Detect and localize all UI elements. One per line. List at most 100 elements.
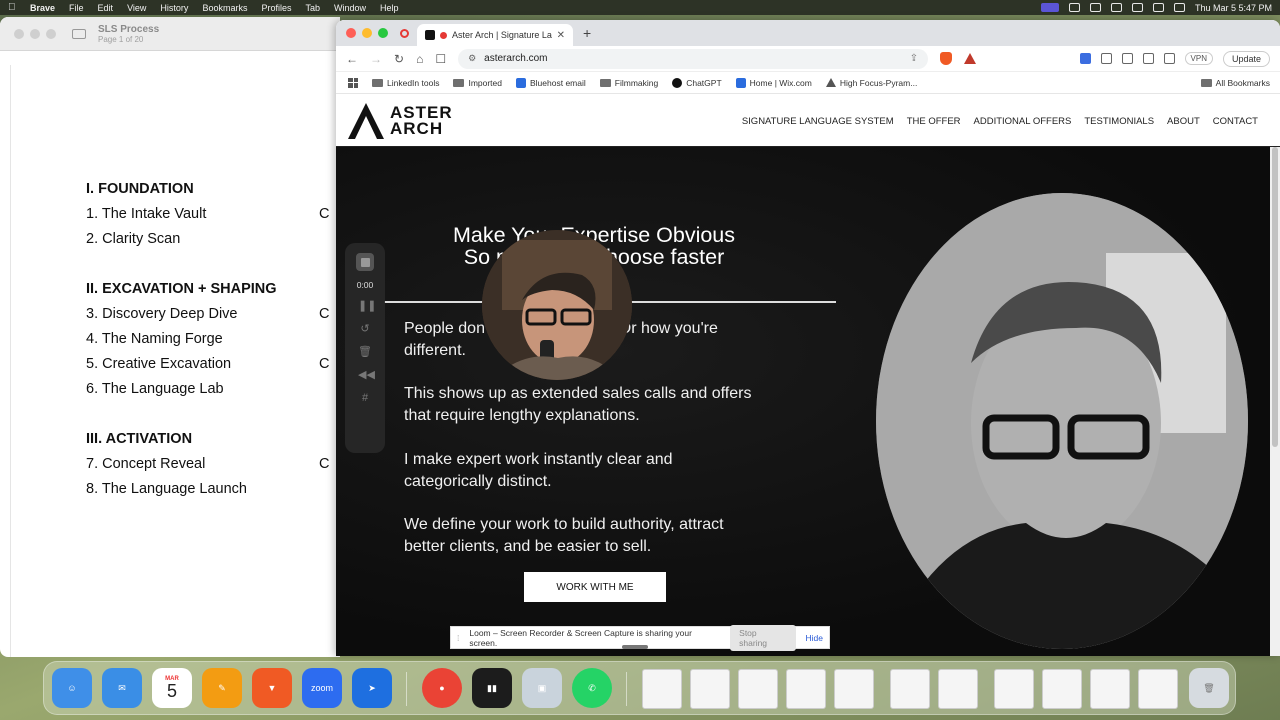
bookmark-imported[interactable]: Imported	[453, 78, 502, 88]
update-button[interactable]: Update	[1222, 50, 1270, 67]
wifi-icon[interactable]	[1131, 3, 1143, 12]
menubar-clock[interactable]: Thu Mar 5 5:47 PM	[1195, 3, 1272, 13]
nav-the-offer[interactable]: THE OFFER	[907, 116, 961, 127]
browser-minimize-button[interactable]	[362, 28, 372, 38]
minimized-window-thumbnail[interactable]	[1138, 669, 1178, 709]
preview-icon[interactable]: ▣	[522, 668, 562, 708]
brave-rewards-icon[interactable]	[964, 53, 977, 64]
bookmark-high-focus[interactable]: High Focus-Pyram...	[825, 78, 917, 88]
minimized-window-thumbnail[interactable]	[994, 669, 1034, 709]
trash-icon[interactable]: 🗑	[358, 345, 372, 359]
menu-profiles[interactable]: Profiles	[261, 3, 291, 13]
back-button[interactable]: ←	[346, 52, 358, 66]
menu-tab[interactable]: Tab	[305, 3, 320, 13]
loom-camera-bubble[interactable]	[482, 230, 632, 380]
wallet-icon[interactable]	[1142, 53, 1154, 64]
notification-drag-bar[interactable]	[622, 645, 648, 649]
bookmark-linkedin-tools[interactable]: LinkedIn tools	[372, 78, 439, 88]
restart-icon[interactable]: ↺	[358, 322, 372, 336]
sidebar-panel-icon[interactable]	[1121, 53, 1133, 64]
reload-button[interactable]: ↻	[394, 52, 404, 66]
minimized-window-thumbnail[interactable]	[690, 669, 730, 709]
apps-grid-icon[interactable]	[348, 77, 358, 88]
sidebar-toggle-icon[interactable]	[72, 28, 86, 39]
work-with-me-button[interactable]: WORK WITH ME	[524, 572, 666, 602]
bookmark-page-icon[interactable]: ☐	[435, 52, 446, 66]
chrome-icon[interactable]: ●	[422, 668, 462, 708]
nav-about[interactable]: ABOUT	[1167, 116, 1200, 127]
minimized-window-thumbnail[interactable]	[786, 669, 826, 709]
bluetooth-icon[interactable]	[1110, 3, 1122, 12]
menu-file[interactable]: File	[69, 3, 84, 13]
share-icon[interactable]: ⇪	[910, 53, 918, 64]
trash-can-icon[interactable]: 🗑	[1189, 668, 1229, 708]
minimize-window-button[interactable]	[30, 28, 40, 39]
minimized-window-thumbnail[interactable]	[1090, 669, 1130, 709]
nav-additional-offers[interactable]: ADDITIONAL OFFERS	[974, 116, 1072, 127]
minimized-window-thumbnail[interactable]	[938, 669, 978, 709]
menu-window[interactable]: Window	[334, 3, 366, 13]
audio-meter-icon[interactable]: ▮▮	[472, 668, 512, 708]
browser-zoom-button[interactable]	[378, 28, 388, 38]
home-button[interactable]: ⌂	[416, 52, 423, 66]
bookmark-wix-home[interactable]: Home | Wix.com	[735, 77, 812, 88]
menu-help[interactable]: Help	[380, 3, 399, 13]
battery-icon[interactable]	[1089, 3, 1101, 12]
mail-icon[interactable]: ✉	[102, 668, 142, 708]
minimized-window-thumbnail[interactable]	[642, 669, 682, 709]
apple-icon[interactable]: 	[8, 2, 20, 13]
hide-notification-button[interactable]: Hide	[806, 633, 823, 643]
minimized-window-thumbnail[interactable]	[890, 669, 930, 709]
extension-icon[interactable]	[1079, 53, 1091, 64]
vpn-button[interactable]: VPN	[1184, 52, 1213, 65]
menu-edit[interactable]: Edit	[98, 3, 114, 13]
minimized-window-thumbnail[interactable]	[1042, 669, 1082, 709]
site-info-icon[interactable]: ⚙	[468, 53, 476, 64]
close-window-button[interactable]	[14, 28, 24, 39]
scrollbar-thumb[interactable]	[1272, 147, 1278, 447]
page-scrollbar[interactable]	[1270, 147, 1280, 656]
spotlight-search-icon[interactable]	[1152, 3, 1164, 12]
extensions-puzzle-icon[interactable]	[1100, 53, 1112, 64]
menu-history[interactable]: History	[160, 3, 188, 13]
nav-testimonials[interactable]: TESTIMONIALS	[1084, 116, 1154, 127]
bookmark-chatgpt[interactable]: ChatGPT	[672, 77, 722, 88]
nav-contact[interactable]: CONTACT	[1213, 116, 1258, 127]
bookmark-filmmaking[interactable]: Filmmaking	[599, 78, 658, 88]
calendar-icon[interactable]: MAR 5	[152, 668, 192, 708]
menu-bookmarks[interactable]: Bookmarks	[202, 3, 247, 13]
control-center-icon[interactable]	[1173, 3, 1185, 12]
address-bar-url[interactable]: asterarch.com	[484, 53, 547, 64]
menu-view[interactable]: View	[127, 3, 146, 13]
drag-handle-icon[interactable]: ⁞	[457, 633, 459, 643]
brave-shields-icon[interactable]	[940, 52, 953, 65]
minimized-window-thumbnail[interactable]	[834, 669, 874, 709]
pause-icon[interactable]: ❚❚	[358, 299, 376, 313]
bookmark-bluehost-email[interactable]: Bluehost email	[516, 77, 586, 88]
brave-browser-icon[interactable]: ▼	[252, 668, 292, 708]
forward-button[interactable]: →	[370, 52, 382, 66]
messenger-app-icon[interactable]: ➤	[352, 668, 392, 708]
address-bar[interactable]: ⚙ asterarch.com ⇪	[458, 48, 929, 69]
aster-arch-logo[interactable]: ASTER ARCH	[346, 101, 453, 141]
menu-app-name[interactable]: Brave	[30, 3, 55, 13]
stop-sharing-button[interactable]: Stop sharing	[730, 624, 796, 651]
finder-icon[interactable]: ☺	[52, 668, 92, 708]
minimized-window-thumbnail[interactable]	[738, 669, 778, 709]
screen-share-icon[interactable]	[1040, 3, 1059, 12]
all-bookmarks[interactable]: All Bookmarks	[1200, 78, 1270, 88]
nav-signature-language-system[interactable]: SIGNATURE LANGUAGE SYSTEM	[742, 116, 894, 127]
tab-close-icon[interactable]: ✕	[557, 30, 565, 41]
tab-aster-arch[interactable]: Aster Arch | Signature Lan ✕	[417, 24, 573, 46]
collapse-icon[interactable]: ◀◀	[358, 368, 375, 382]
pages-icon[interactable]: ✎	[202, 668, 242, 708]
zoom-status-icon[interactable]	[1068, 3, 1080, 12]
zoom-app-icon[interactable]: zoom	[302, 668, 342, 708]
drawing-tools-icon[interactable]: #	[358, 391, 372, 405]
whatsapp-icon[interactable]: ✆	[572, 668, 612, 708]
new-tab-button[interactable]: +	[583, 25, 591, 41]
leo-ai-icon[interactable]	[1163, 53, 1175, 64]
browser-close-button[interactable]	[346, 28, 356, 38]
loom-stop-recording-button[interactable]	[356, 253, 374, 271]
zoom-window-button[interactable]	[46, 28, 56, 39]
